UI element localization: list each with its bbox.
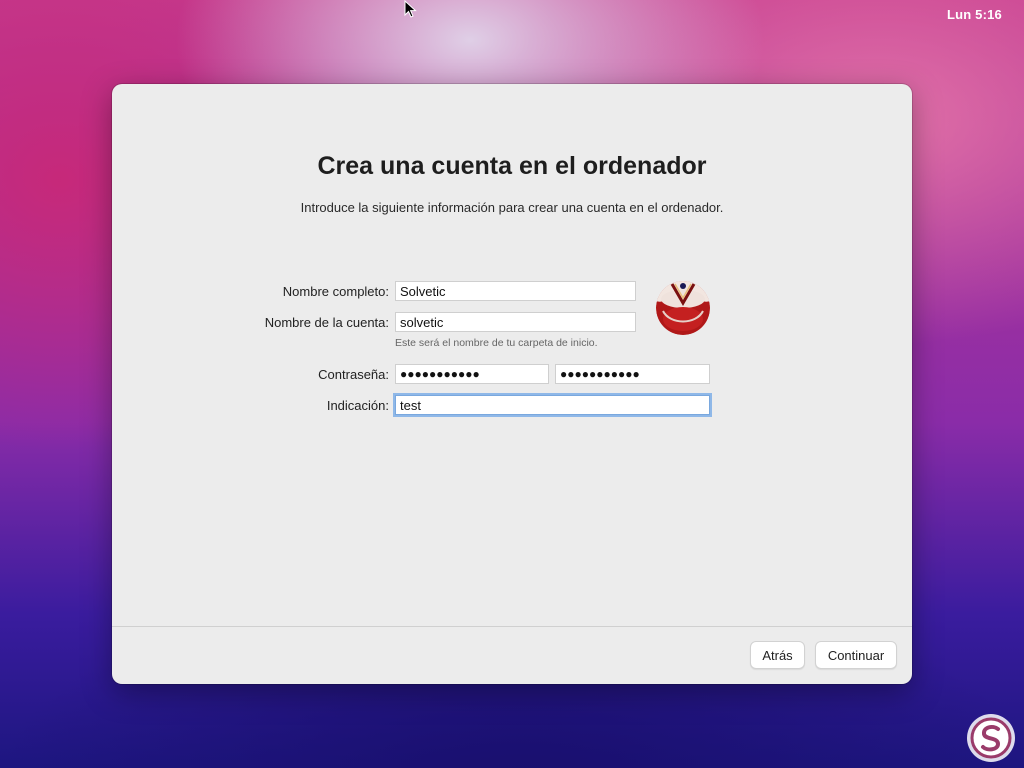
hint-label: Indicación:	[326, 398, 389, 413]
user-avatar-icon[interactable]	[656, 281, 710, 335]
full-name-input[interactable]	[395, 281, 636, 301]
setup-window: Crea una cuenta en el ordenador Introduc…	[112, 84, 912, 684]
mouse-pointer-icon	[404, 0, 417, 18]
footer-divider	[112, 626, 912, 627]
verify-password-input[interactable]	[555, 364, 710, 384]
password-input[interactable]	[395, 364, 549, 384]
page-title: Crea una cuenta en el ordenador	[317, 152, 707, 180]
password-label: Contraseña:	[318, 367, 389, 382]
account-name-input[interactable]	[395, 312, 636, 332]
account-name-hint: Este será el nombre de tu carpeta de ini…	[395, 337, 598, 349]
page-subtitle: Introduce la siguiente información para …	[300, 200, 724, 215]
account-name-label: Nombre de la cuenta:	[264, 315, 389, 330]
full-name-label: Nombre completo:	[282, 284, 389, 299]
password-hint-input[interactable]	[395, 395, 710, 415]
continue-button[interactable]: Continuar	[815, 641, 897, 669]
back-button[interactable]: Atrás	[750, 641, 805, 669]
solvetic-logo-icon	[967, 714, 1015, 762]
menubar-clock[interactable]: Lun 5:16	[947, 7, 1002, 22]
